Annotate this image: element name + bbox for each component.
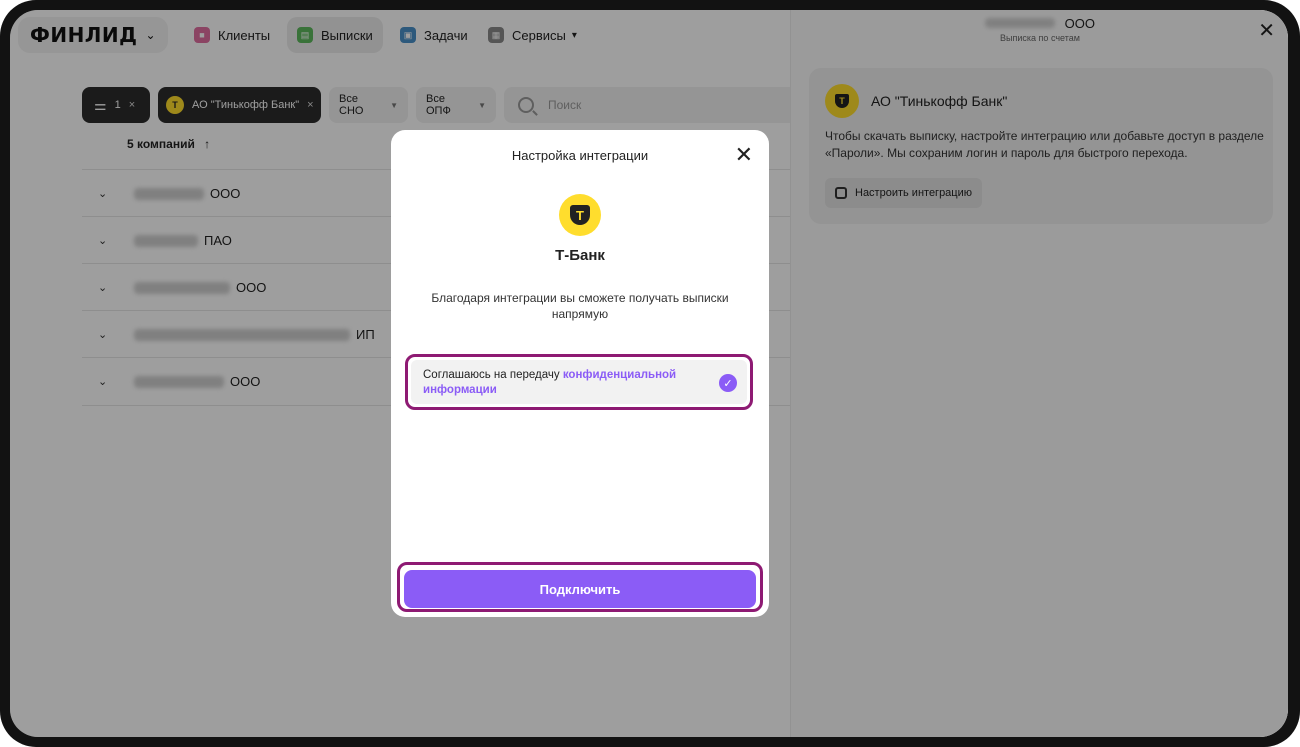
modal-bank-name: Т-Банк [555, 247, 605, 264]
modal-description: Благодаря интеграции вы сможете получать… [431, 291, 729, 321]
modal-title: Настройка интеграции [511, 148, 649, 163]
check-icon[interactable]: ✓ [719, 374, 737, 392]
consent-text: Соглашаюсь на передачу [423, 369, 563, 381]
connect-button[interactable]: Подключить [404, 570, 756, 608]
close-icon[interactable]: ✕ [735, 142, 753, 168]
consent-label: Соглашаюсь на передачу конфиденциальной … [423, 368, 713, 398]
connect-button-highlight: Подключить [397, 562, 763, 612]
device-frame: ФИНЛИД ⌄ ■ Клиенты ▤ Выписки ▣ Задачи ▦ … [0, 0, 1300, 747]
app-screen: ФИНЛИД ⌄ ■ Клиенты ▤ Выписки ▣ Задачи ▦ … [10, 10, 1288, 737]
consent-checkbox-row[interactable]: Соглашаюсь на передачу конфиденциальной … [405, 354, 753, 410]
tbank-logo-icon: T [559, 194, 601, 236]
integration-modal: Настройка интеграции ✕ T Т-Банк Благодар… [391, 130, 769, 617]
